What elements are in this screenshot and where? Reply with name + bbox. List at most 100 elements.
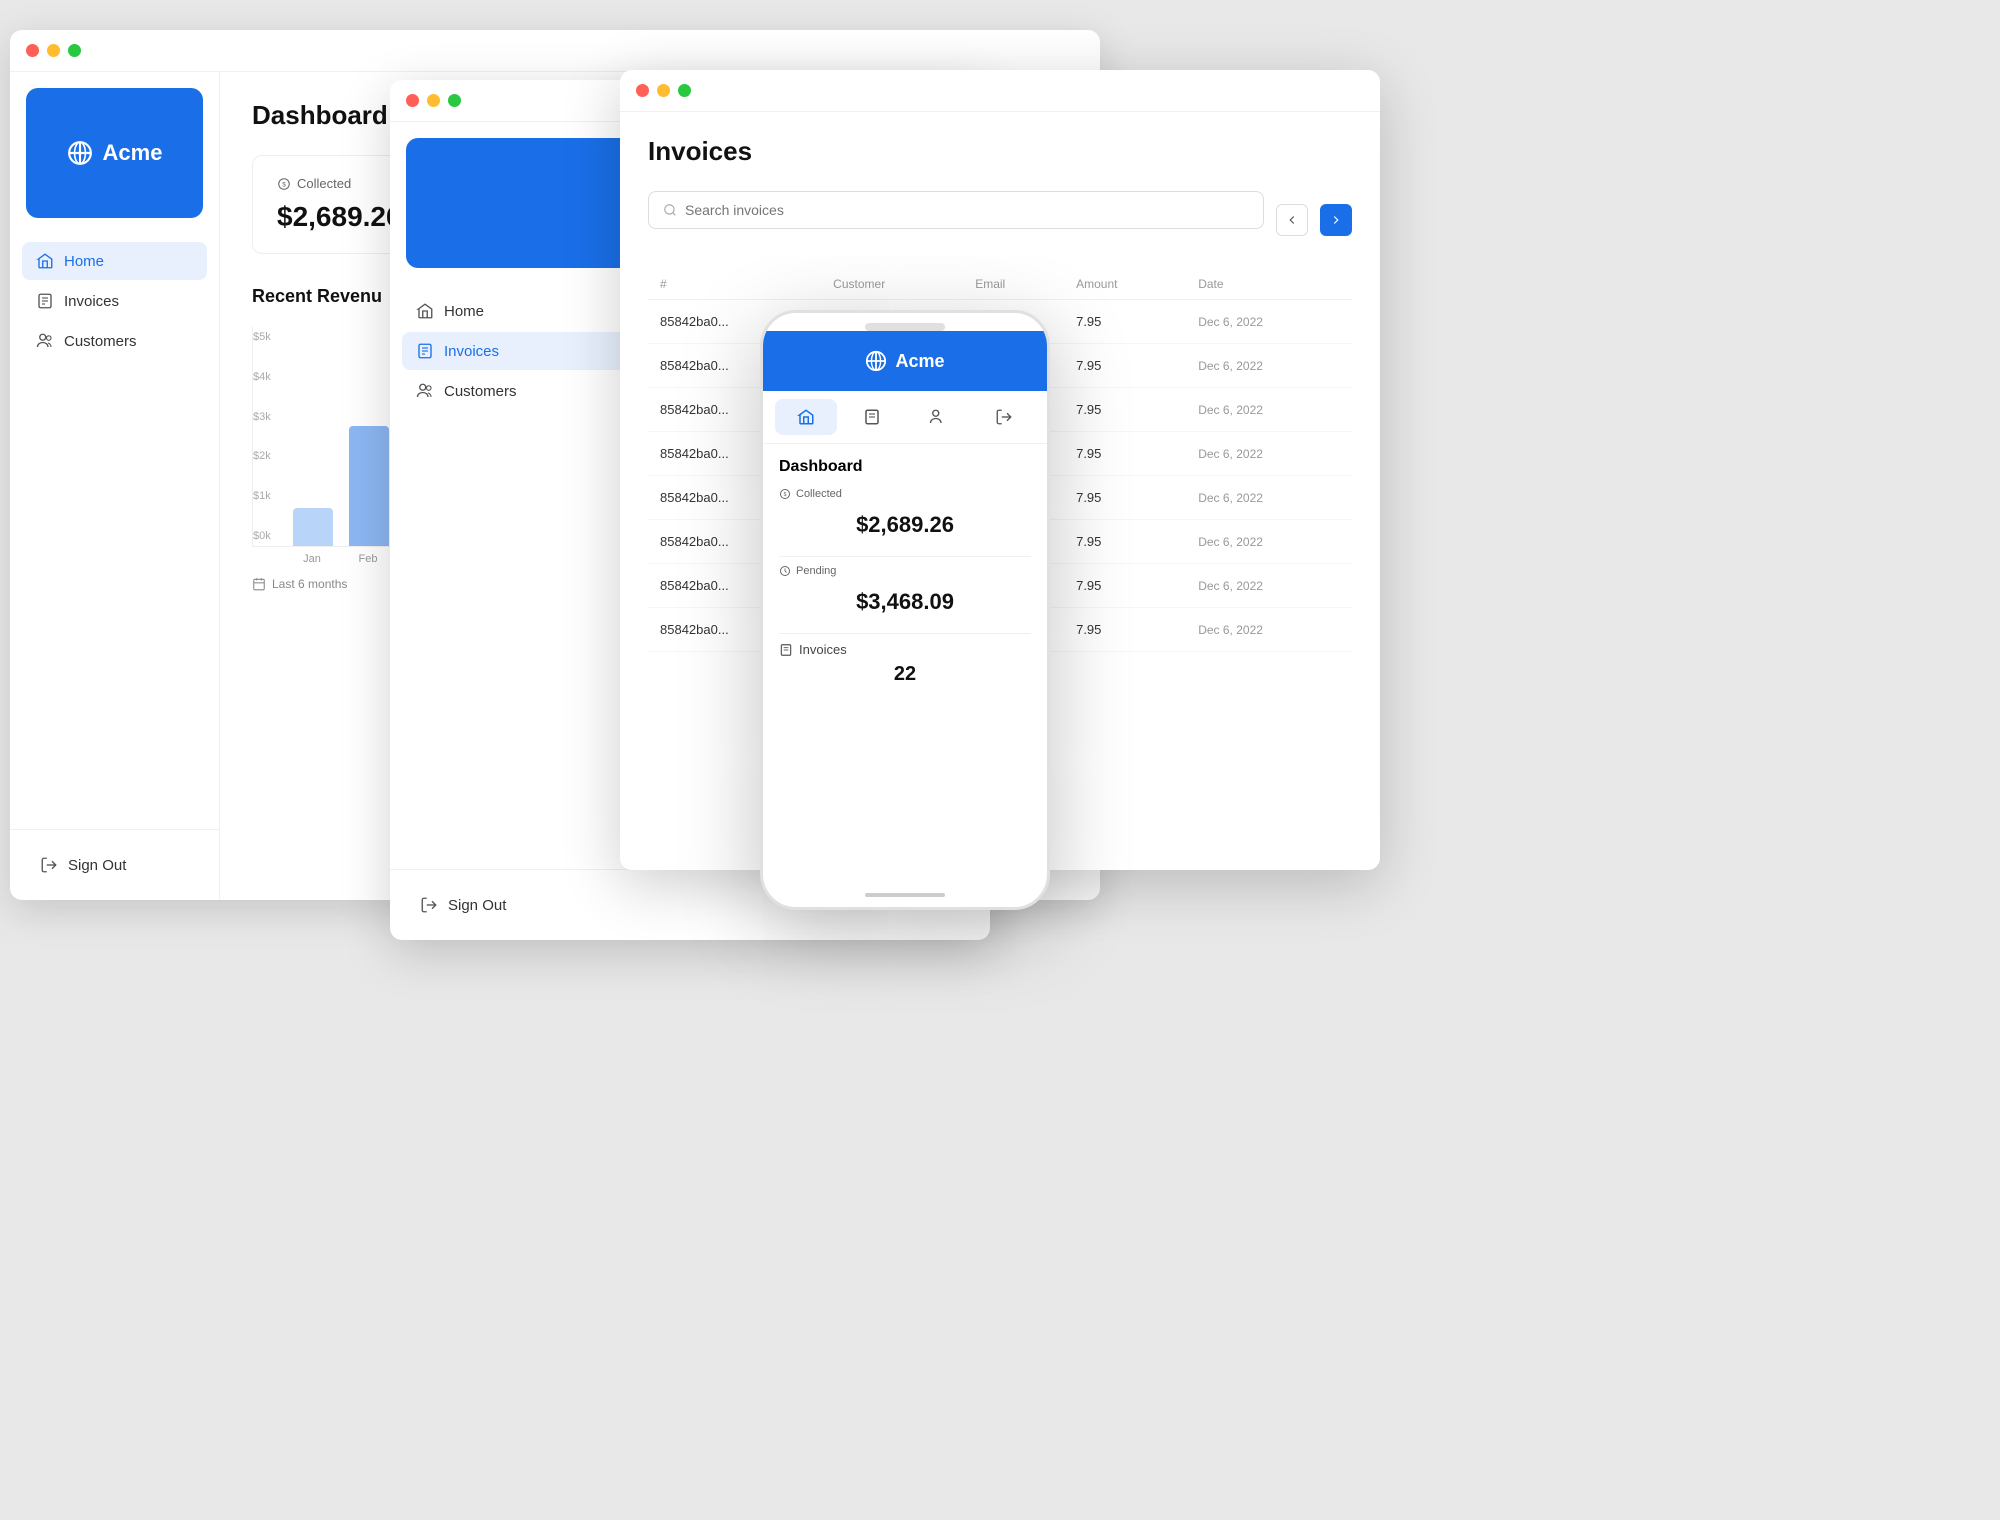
cell-date: Dec 6, 2022 (1186, 388, 1352, 432)
phone-clock-icon (779, 565, 791, 577)
globe-icon-phone (865, 350, 887, 372)
minimize-button[interactable] (47, 44, 60, 57)
cell-date: Dec 6, 2022 (1186, 432, 1352, 476)
prev-btn[interactable] (1276, 204, 1308, 236)
phone-collected-value: $2,689.26 (779, 504, 1031, 546)
svg-text:$: $ (282, 181, 286, 188)
signout-icon-mid (420, 896, 438, 914)
close-button-mid[interactable] (406, 94, 419, 107)
x-label-feb: Feb (348, 553, 388, 565)
home-icon-mid (416, 302, 434, 320)
phone-logo-text: Acme (895, 351, 944, 372)
y-label-0k: $0k (253, 530, 271, 542)
sidebar-bottom-bg: Sign Out (10, 829, 219, 900)
titlebar-bg (10, 30, 1100, 72)
sign-out-label-bg: Sign Out (68, 857, 126, 874)
collected-label: Collected (297, 176, 351, 191)
phone-main: Dashboard $ Collected $2,689.26 Pending … (763, 444, 1047, 700)
home-label-mid: Home (444, 303, 484, 320)
search-input[interactable] (685, 202, 1249, 218)
customers-label-mid: Customers (444, 383, 517, 400)
close-button-inv[interactable] (636, 84, 649, 97)
home-icon-bg (36, 252, 54, 270)
phone-tab-invoices[interactable] (841, 399, 903, 435)
y-label-4k: $4k (253, 371, 271, 383)
x-label-jan: Jan (292, 553, 332, 565)
minimize-button-mid[interactable] (427, 94, 440, 107)
col-header-amount: Amount (1064, 269, 1186, 300)
close-button[interactable] (26, 44, 39, 57)
sign-out-label-mid: Sign Out (448, 897, 506, 914)
phone-notch (865, 323, 945, 331)
cell-amount: 7.95 (1064, 608, 1186, 652)
phone-invoices-label: Invoices (799, 642, 847, 657)
customers-icon-bg (36, 332, 54, 350)
invoices-icon-bg (36, 292, 54, 310)
col-header-customer: Customer (821, 269, 963, 300)
phone-divider-1 (779, 556, 1031, 557)
sign-out-bg[interactable]: Sign Out (26, 846, 203, 884)
sidebar-logo-bg: Acme (26, 88, 203, 218)
next-btn[interactable] (1320, 204, 1352, 236)
search-icon (663, 203, 677, 217)
signout-icon-bg (40, 856, 58, 874)
svg-text:$: $ (784, 492, 787, 498)
phone-stat-pending: Pending $3,468.09 (779, 565, 1031, 623)
cell-date: Dec 6, 2022 (1186, 300, 1352, 344)
collected-value: $2,689.26 (277, 201, 402, 233)
phone-mockup: Acme (760, 310, 1050, 910)
sidebar-item-home-bg[interactable]: Home (22, 242, 207, 280)
minimize-button-inv[interactable] (657, 84, 670, 97)
phone-signout-icon (995, 408, 1013, 426)
invoices-title: Invoices (648, 136, 1352, 167)
phone-invoices-section: Invoices (779, 642, 1031, 657)
cell-date: Dec 6, 2022 (1186, 520, 1352, 564)
bar-feb (349, 426, 389, 546)
phone-inv-icon (779, 643, 793, 657)
stat-label-collected: $ Collected (277, 176, 402, 191)
arrow-right-icon (1329, 213, 1343, 227)
cell-date: Dec 6, 2022 (1186, 608, 1352, 652)
sidebar-logo-text-bg: Acme (103, 140, 163, 166)
phone-pending-value: $3,468.09 (779, 581, 1031, 623)
cell-amount: 7.95 (1064, 476, 1186, 520)
sidebar-nav-bg: Home Invoices (10, 234, 219, 829)
maximize-button[interactable] (68, 44, 81, 57)
phone-collected-text: Collected (796, 488, 842, 500)
maximize-button-mid[interactable] (448, 94, 461, 107)
phone-invoices-icon (863, 408, 881, 426)
phone-tab-customers[interactable] (907, 399, 969, 435)
y-label-5k: $5k (253, 331, 271, 343)
cell-amount: 7.95 (1064, 300, 1186, 344)
calendar-icon (252, 577, 266, 591)
customers-label-bg: Customers (64, 333, 137, 350)
phone-page-title: Dashboard (779, 458, 1031, 476)
home-label-bg: Home (64, 253, 104, 270)
invoices-icon-mid (416, 342, 434, 360)
chart-footer-label: Last 6 months (272, 577, 347, 591)
col-header-date: Date (1186, 269, 1352, 300)
phone-tab-signout[interactable] (973, 399, 1035, 435)
phone-tabs (763, 391, 1047, 444)
sidebar-item-invoices-bg[interactable]: Invoices (22, 282, 207, 320)
phone-divider-2 (779, 633, 1031, 634)
phone-logo: Acme (763, 331, 1047, 391)
phone-stat-collected: $ Collected $2,689.26 (779, 488, 1031, 546)
phone-collected-label: $ Collected (779, 488, 1031, 500)
col-header-hash: # (648, 269, 821, 300)
phone-home-icon (797, 408, 815, 426)
phone-invoices-count: 22 (779, 663, 1031, 686)
dollar-icon: $ (277, 177, 291, 191)
cell-date: Dec 6, 2022 (1186, 564, 1352, 608)
phone-pending-text: Pending (796, 565, 836, 577)
cell-date: Dec 6, 2022 (1186, 344, 1352, 388)
phone-tab-home[interactable] (775, 399, 837, 435)
invoices-label-mid: Invoices (444, 343, 499, 360)
phone-customers-icon (929, 408, 947, 426)
customers-icon-mid (416, 382, 434, 400)
phone-pending-label: Pending (779, 565, 1031, 577)
search-bar[interactable] (648, 191, 1264, 229)
maximize-button-inv[interactable] (678, 84, 691, 97)
sidebar-item-customers-bg[interactable]: Customers (22, 322, 207, 360)
phone-dollar-icon: $ (779, 488, 791, 500)
